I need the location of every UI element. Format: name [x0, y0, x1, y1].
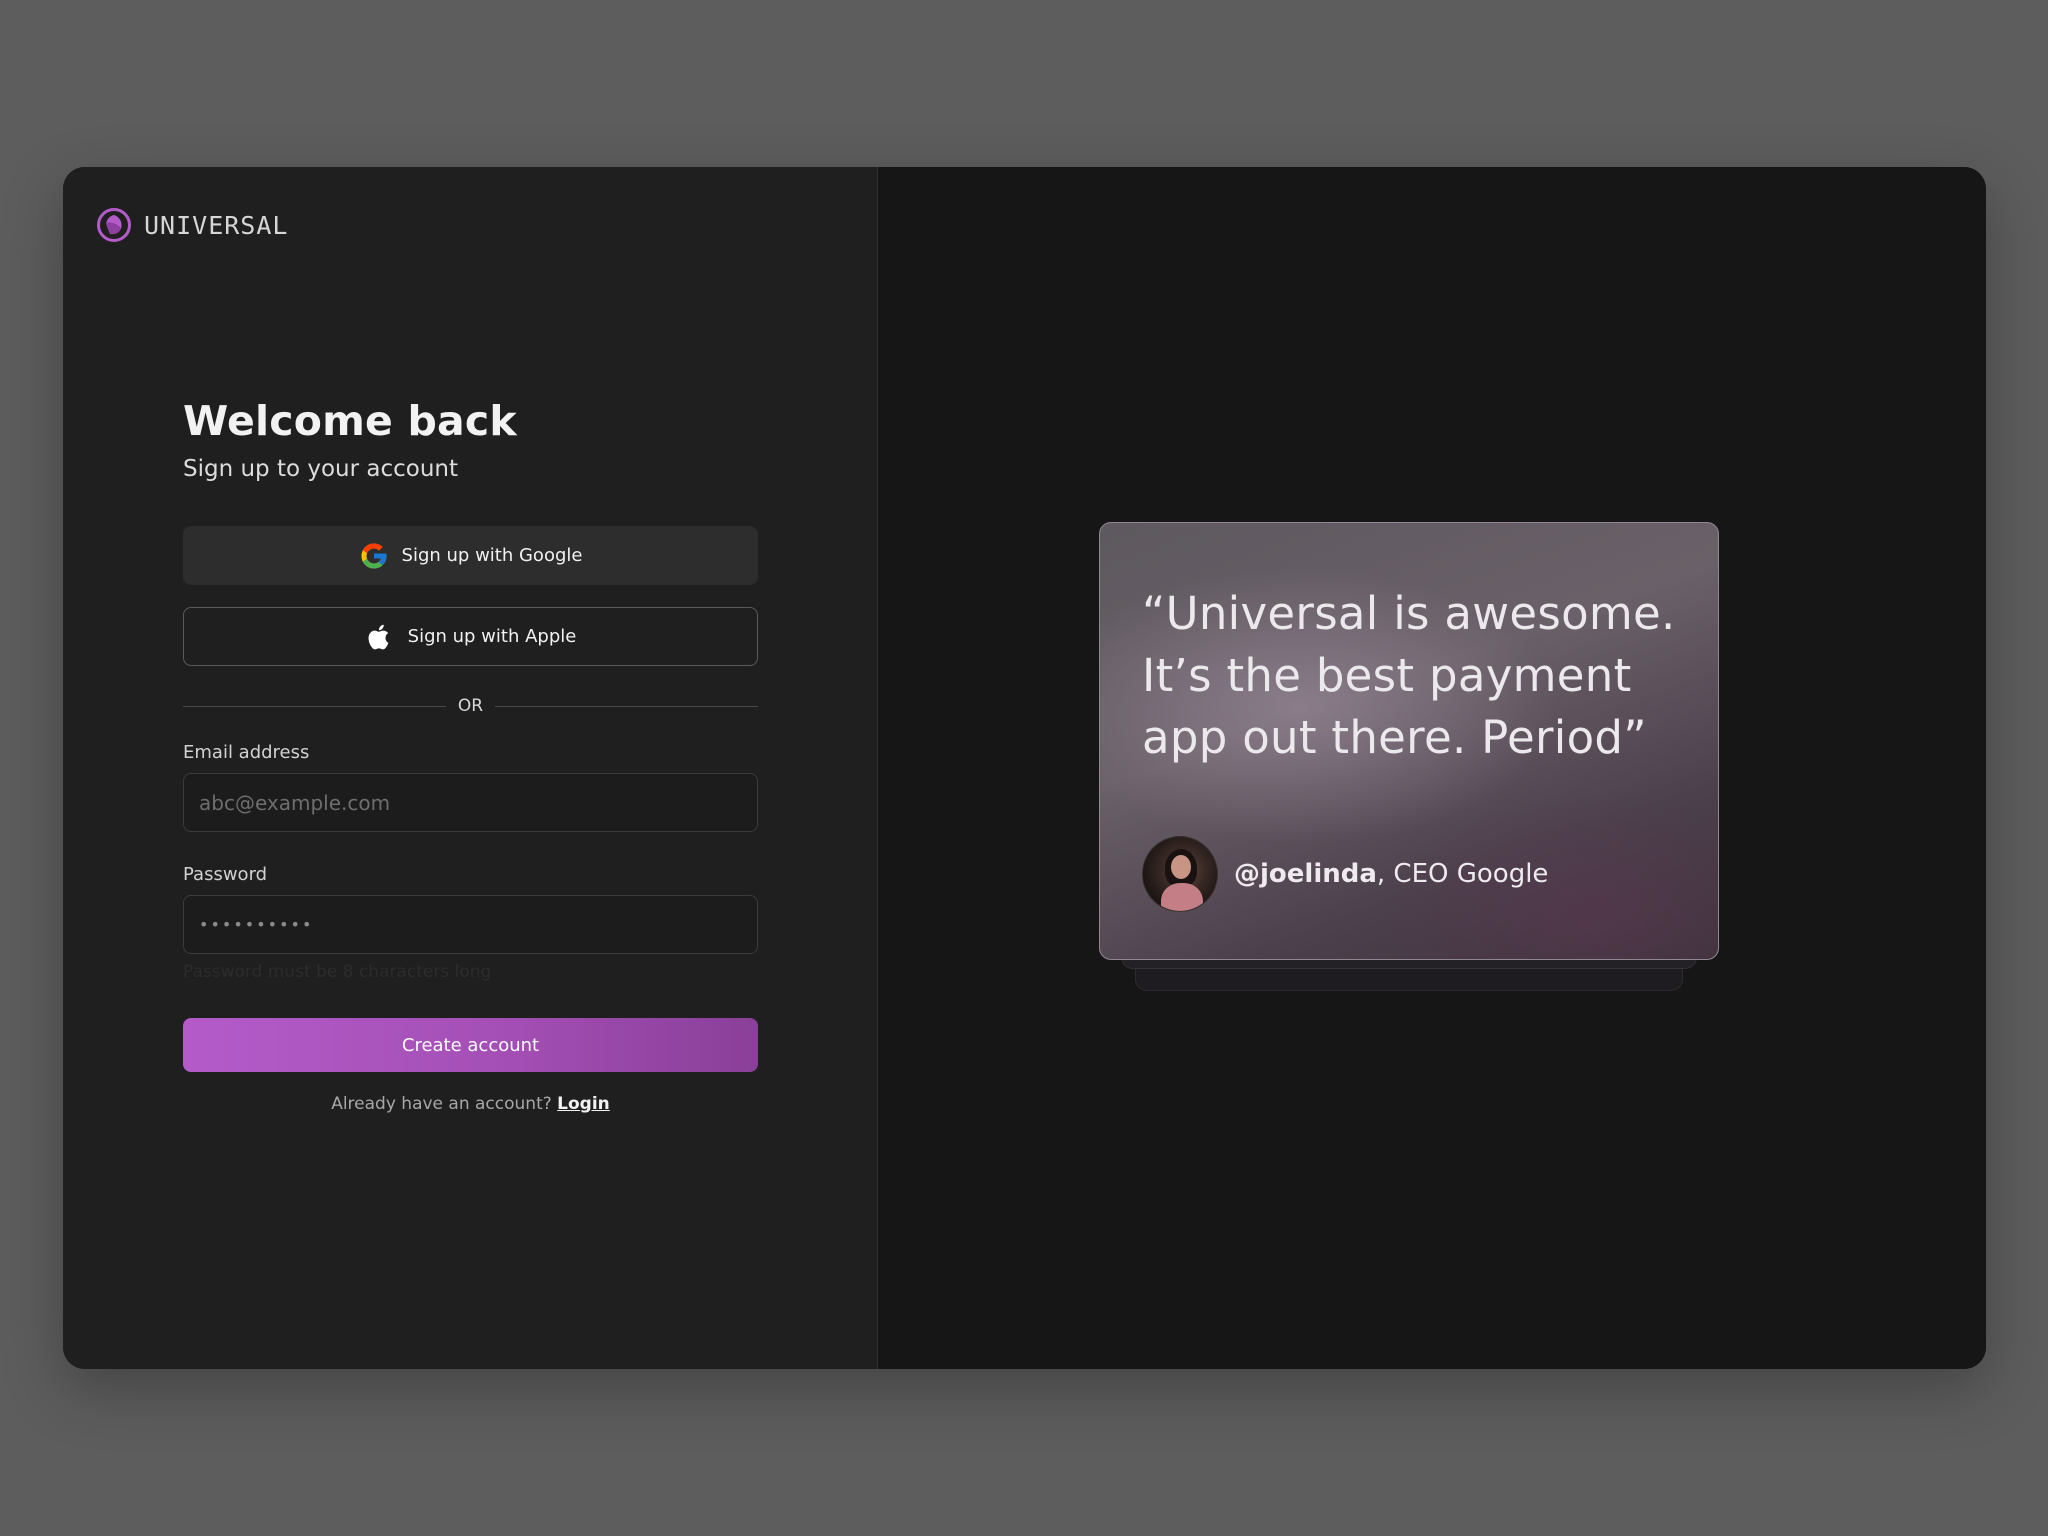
- app-window: UNIVERSAL Welcome back Sign up to your a…: [63, 167, 1986, 1369]
- auth-panel: UNIVERSAL Welcome back Sign up to your a…: [63, 167, 878, 1369]
- testimonial-card: “Universal is awesome. It’s the best pay…: [1099, 522, 1719, 960]
- login-link[interactable]: Login: [557, 1094, 610, 1114]
- divider-line-left: [183, 705, 446, 707]
- avatar-body: [1161, 883, 1203, 911]
- testimonial-author: @joelinda, CEO Google: [1142, 836, 1548, 912]
- login-prompt-row: Already have an account? Login: [183, 1094, 758, 1114]
- testimonial-quote: “Universal is awesome. It’s the best pay…: [1142, 587, 1676, 764]
- avatar: [1142, 836, 1218, 912]
- password-field[interactable]: ••••••••••: [183, 895, 758, 955]
- divider-line-right: [495, 705, 759, 707]
- login-prompt-text: Already have an account?: [331, 1094, 552, 1115]
- password-masked-value: ••••••••••: [199, 915, 314, 935]
- apple-signup-button[interactable]: Sign up with Apple: [183, 607, 758, 667]
- google-signup-label: Sign up with Google: [401, 545, 583, 567]
- brand-name: UNIVERSAL: [144, 210, 289, 240]
- apple-icon: [368, 624, 389, 649]
- signup-form: Welcome back Sign up to your account Sig…: [183, 397, 759, 1114]
- universal-logo-icon: [97, 208, 131, 242]
- divider-text: OR: [457, 696, 484, 717]
- email-field[interactable]: [183, 773, 758, 833]
- author-credit: @joelinda, CEO Google: [1234, 859, 1548, 889]
- avatar-face: [1171, 855, 1191, 879]
- testimonial-card-stack: “Universal is awesome. It’s the best pay…: [1099, 522, 1719, 1002]
- author-handle: @joelinda: [1234, 859, 1377, 889]
- apple-signup-label: Sign up with Apple: [407, 626, 577, 648]
- testimonial-panel: “Universal is awesome. It’s the best pay…: [878, 167, 1986, 1369]
- create-account-button[interactable]: Create account: [183, 1018, 758, 1073]
- author-role: , CEO Google: [1376, 859, 1549, 889]
- password-label: Password: [183, 864, 268, 886]
- page-title: Welcome back: [183, 397, 517, 445]
- email-label: Email address: [183, 742, 310, 764]
- google-signup-button[interactable]: Sign up with Google: [183, 526, 758, 586]
- or-divider: OR: [183, 696, 759, 717]
- google-icon: [361, 543, 387, 569]
- brand-logo[interactable]: UNIVERSAL: [96, 207, 288, 243]
- page-subtitle: Sign up to your account: [183, 456, 459, 483]
- password-hint: Password must be 8 characters long: [183, 962, 492, 983]
